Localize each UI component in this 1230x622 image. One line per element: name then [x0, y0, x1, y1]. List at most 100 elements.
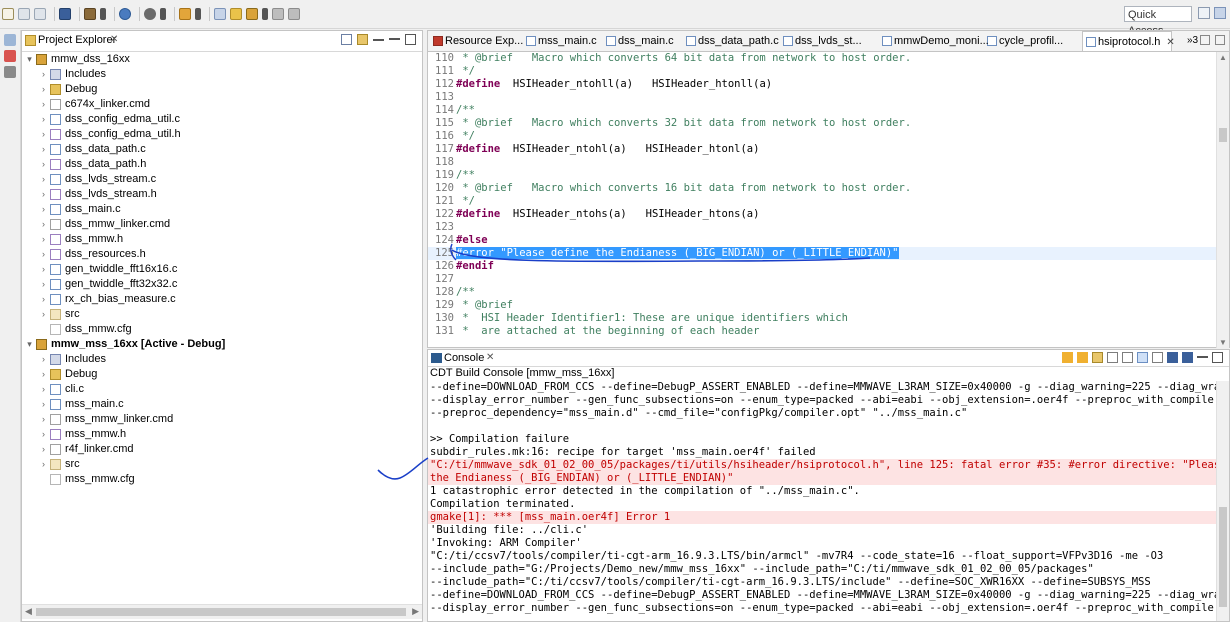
ccs-edit-perspective-icon[interactable] [1214, 7, 1226, 19]
collapse-arrow-icon[interactable]: › [39, 67, 48, 82]
vertical-scrollbar[interactable] [1216, 381, 1229, 621]
build-dropdown-icon[interactable] [100, 8, 106, 20]
collapse-arrow-icon[interactable]: › [39, 442, 48, 457]
editor-tab[interactable]: dss_main.c [603, 31, 681, 51]
close-icon[interactable]: ✕ [486, 352, 494, 363]
tree-item[interactable]: › mss_mmw.h [22, 427, 422, 442]
nav-back-icon[interactable] [272, 8, 284, 20]
code-line[interactable]: 130 * HSI Header Identifier1: These are … [428, 312, 1216, 325]
collapse-arrow-icon[interactable]: › [39, 157, 48, 172]
previous-error-icon[interactable] [1077, 352, 1088, 363]
show-error-icon[interactable] [1092, 352, 1103, 363]
code-line[interactable]: 125 #error "Please define the Endianess (… [428, 247, 1216, 260]
console-tab[interactable]: Console ✕ [428, 350, 1229, 367]
collapse-arrow-icon[interactable]: › [39, 262, 48, 277]
minimize-icon[interactable] [1197, 352, 1208, 358]
collapse-arrow-icon[interactable]: › [39, 382, 48, 397]
tree-item[interactable]: › dss_config_edma_util.h [22, 127, 422, 142]
scrollbar-thumb[interactable] [1219, 507, 1227, 607]
collapse-arrow-icon[interactable]: › [39, 142, 48, 157]
link-with-editor-icon[interactable] [357, 34, 368, 45]
gear-dropdown-icon[interactable] [160, 8, 166, 20]
code-line[interactable]: 113 [428, 91, 1216, 104]
build-hammer-icon[interactable] [84, 8, 96, 20]
forward-dropdown-icon[interactable] [262, 8, 268, 20]
tree-item[interactable]: › dss_lvds_stream.c [22, 172, 422, 187]
scrollbar-thumb[interactable] [36, 608, 406, 616]
code-line[interactable]: 120 * @brief Macro which converts 16 bit… [428, 182, 1216, 195]
tree-item[interactable]: › dss_mmw_linker.cmd [22, 217, 422, 232]
collapse-arrow-icon[interactable]: › [39, 247, 48, 262]
collapse-arrow-icon[interactable]: › [39, 112, 48, 127]
code-line[interactable]: 115 * @brief Macro which converts 32 bit… [428, 117, 1216, 130]
editor-tab[interactable]: dss_data_path.c [683, 31, 779, 51]
code-line[interactable]: 110 * @brief Macro which converts 64 bit… [428, 52, 1216, 65]
tree-item[interactable]: dss_mmw.cfg [22, 322, 422, 337]
word-wrap-icon[interactable] [1137, 352, 1148, 363]
collapse-arrow-icon[interactable]: › [39, 412, 48, 427]
code-line[interactable]: 131 * are attached at the beginning of e… [428, 325, 1216, 338]
collapse-arrow-icon[interactable]: › [39, 397, 48, 412]
marker-icon[interactable] [230, 8, 242, 20]
tree-item[interactable]: › dss_mmw.h [22, 232, 422, 247]
editor-tab[interactable]: cycle_profil... [984, 31, 1080, 51]
tree-item[interactable]: › dss_lvds_stream.h [22, 187, 422, 202]
collapse-arrow-icon[interactable]: › [39, 352, 48, 367]
save-all-icon[interactable] [34, 8, 46, 20]
editor-tab[interactable]: mmwDemo_moni... [879, 31, 989, 51]
collapse-arrow-icon[interactable]: › [39, 127, 48, 142]
tree-item[interactable]: › dss_resources.h [22, 247, 422, 262]
horizontal-scrollbar[interactable]: ◀ ▶ [22, 604, 422, 619]
tree-item[interactable]: › Includes [22, 67, 422, 82]
code-line[interactable]: 116 */ [428, 130, 1216, 143]
collapse-all-icon[interactable] [341, 34, 352, 45]
collapse-arrow-icon[interactable]: › [39, 232, 48, 247]
project-node[interactable]: ▾ mmw_mss_16xx [Active - Debug] [22, 337, 422, 352]
console-error-line[interactable]: gmake[1]: *** [mss_main.oer4f] Error 1 [428, 511, 1216, 524]
tree-item[interactable]: › dss_config_edma_util.c [22, 112, 422, 127]
console-error-line[interactable]: the Endianess (_BIG_ENDIAN) or (_LITTLE_… [428, 472, 1216, 485]
tree-item[interactable]: › dss_data_path.h [22, 157, 422, 172]
collapse-arrow-icon[interactable]: › [39, 277, 48, 292]
maximize-icon[interactable] [1215, 35, 1225, 45]
tree-item[interactable]: › Debug [22, 82, 422, 97]
tree-item[interactable]: › gen_twiddle_fft16x16.c [22, 262, 422, 277]
minimize-icon[interactable] [1200, 35, 1210, 45]
quick-access-input[interactable]: Quick Access [1124, 6, 1192, 37]
scroll-lock-icon[interactable] [1122, 352, 1133, 363]
tree-item[interactable]: › Includes [22, 352, 422, 367]
tree-item[interactable]: › dss_main.c [22, 202, 422, 217]
expand-arrow-icon[interactable]: ▾ [25, 337, 34, 352]
code-area[interactable]: 110 * @brief Macro which converts 64 bit… [428, 52, 1216, 348]
collapse-arrow-icon[interactable]: › [39, 172, 48, 187]
collapse-arrow-icon[interactable]: › [39, 82, 48, 97]
collapse-arrow-icon[interactable]: › [39, 307, 48, 322]
pen-tool-icon[interactable] [179, 8, 191, 20]
tree-item[interactable]: › rx_ch_bias_measure.c [22, 292, 422, 307]
open-console-icon[interactable] [1182, 352, 1193, 363]
nav-forward-icon[interactable] [288, 8, 300, 20]
code-line[interactable]: 127 [428, 273, 1216, 286]
collapse-arrow-icon[interactable]: › [39, 457, 48, 472]
scrollbar-thumb[interactable] [1219, 128, 1227, 142]
scroll-up-icon[interactable]: ▲ [1219, 53, 1227, 62]
pen-dropdown-icon[interactable] [195, 8, 201, 20]
tree-item[interactable]: › src [22, 307, 422, 322]
collapse-arrow-icon[interactable]: › [39, 97, 48, 112]
code-line[interactable]: 118 [428, 156, 1216, 169]
new-icon[interactable] [2, 8, 14, 20]
tree-item[interactable]: › Debug [22, 367, 422, 382]
clear-console-icon[interactable] [1107, 352, 1118, 363]
tree-item[interactable]: › r4f_linker.cmd [22, 442, 422, 457]
vertical-scrollbar[interactable]: ▲ ▼ [1216, 52, 1229, 348]
collapse-arrow-icon[interactable]: › [39, 217, 48, 232]
view-menu-icon[interactable] [373, 39, 384, 41]
terminal-icon[interactable] [59, 8, 71, 20]
collapse-arrow-icon[interactable]: › [39, 292, 48, 307]
console-error-line[interactable]: "C:/ti/mmwave_sdk_01_02_00_05/packages/t… [428, 459, 1216, 472]
breakpoints-icon[interactable] [4, 50, 16, 62]
project-explorer-tab[interactable]: Project Explorer ✕ [22, 31, 422, 52]
close-icon[interactable]: ✕ [1166, 37, 1174, 48]
code-line[interactable]: 119/** [428, 169, 1216, 182]
tree-item[interactable]: › dss_data_path.c [22, 142, 422, 157]
